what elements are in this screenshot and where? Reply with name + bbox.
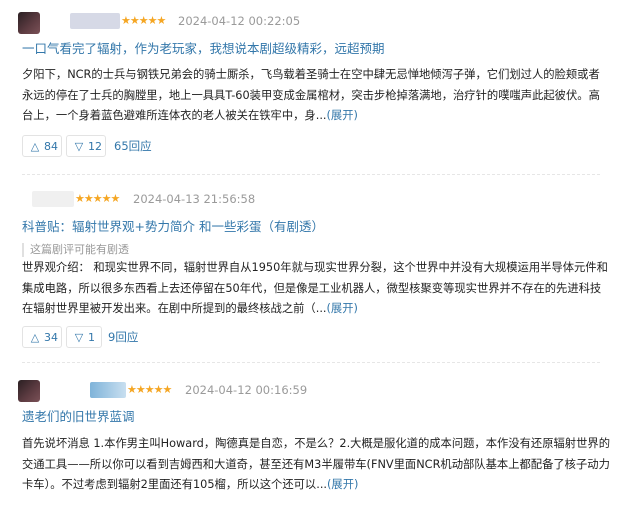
useless-button[interactable]: ▽ 1 [66, 326, 102, 348]
reply-link[interactable]: 65回应 [114, 135, 152, 157]
review-item: ★★★★★ 2024-04-12 00:22:05 一口气看完了辐射，作为老玩家… [0, 0, 640, 165]
review-time: 2024-04-12 00:16:59 [185, 383, 308, 397]
star-rating: ★★★★★ [127, 383, 172, 396]
excerpt-line-text: 在辐射世界里被开发出来。在剧中所提到的最终核战之前（... [22, 302, 327, 315]
thumb-down-icon: ▽ [74, 140, 84, 153]
star-rating: ★★★★★ [121, 14, 166, 27]
excerpt-line: 首先说坏消息 1.本作男主叫Howard，陶德真是自恋，不是么？2.大概是服化道… [22, 437, 610, 450]
excerpt-line: 交通工具——所以你可以看到吉姆西和大道奇，甚至还有M3半履带车(FNV里面NCR… [22, 457, 610, 471]
useful-button[interactable]: △ 34 [22, 326, 62, 348]
username-blurred[interactable] [70, 13, 120, 29]
excerpt-line: 台上，一个身着蓝色避难所连体衣的老人被关在铁牢中，身...(展开) [22, 106, 600, 127]
excerpt-line: 世界观介绍： 和现实世界不同，辐射世界自从1950年就与现实世界分裂，这个世界中… [22, 261, 608, 274]
review-excerpt: 首先说坏消息 1.本作男主叫Howard，陶德真是自恋，不是么？2.大概是服化道… [22, 434, 610, 496]
username-blurred[interactable] [90, 382, 126, 398]
excerpt-line: 卡车）。不过考虑到辐射2里面还有105榴，所以这个还可以...(展开) [22, 475, 600, 496]
useful-count: 34 [44, 331, 58, 344]
review-title[interactable]: 遗老们的旧世界蓝调 [22, 408, 135, 426]
review-time: 2024-04-13 21:56:58 [133, 192, 256, 206]
avatar[interactable] [18, 380, 40, 402]
review-title[interactable]: 一口气看完了辐射，作为老玩家，我想说本剧超级精彩，远超预期 [22, 40, 385, 58]
review-title[interactable]: 科普贴：辐射世界观+势力简介 和一些彩蛋（有剧透） [22, 218, 324, 236]
spoiler-note: 这篇剧评可能有剧透 [22, 243, 129, 257]
excerpt-line-text: 卡车）。不过考虑到辐射2里面还有105榴，所以这个还可以... [22, 478, 328, 491]
review-item: ★★★★★ 2024-04-13 21:56:58 科普贴：辐射世界观+势力简介… [0, 180, 640, 350]
expand-link[interactable]: (展开) [327, 302, 358, 315]
review-item: ★★★★★ 2024-04-12 00:16:59 遗老们的旧世界蓝调 首先说坏… [0, 370, 640, 505]
review-excerpt: 世界观介绍： 和现实世界不同，辐射世界自从1950年就与现实世界分裂，这个世界中… [22, 258, 608, 320]
thumb-up-icon: △ [30, 140, 40, 153]
useful-button[interactable]: △ 84 [22, 135, 62, 157]
excerpt-line: 集成电路，所以很多东西看上去还停留在50年代，但是像是工业机器人，微型核聚变等现… [22, 281, 602, 295]
excerpt-line: 在辐射世界里被开发出来。在剧中所提到的最终核战之前（...(展开) [22, 299, 600, 320]
reply-link[interactable]: 9回应 [108, 326, 138, 348]
useless-button[interactable]: ▽ 12 [66, 135, 106, 157]
excerpt-line: 永远的停在了士兵的胸膛里，地上一具具T-60装甲变成金属棺材，突击步枪掉落满地，… [22, 88, 600, 102]
expand-link[interactable]: (展开) [327, 109, 358, 122]
expand-link[interactable]: (展开) [327, 478, 358, 491]
star-rating: ★★★★★ [75, 192, 120, 205]
review-excerpt: 夕阳下，NCR的士兵与钢铁兄弟会的骑士厮杀，飞鸟载着圣骑士在空中肆无忌惮地倾泻子… [22, 65, 600, 127]
excerpt-line: 夕阳下，NCR的士兵与钢铁兄弟会的骑士厮杀，飞鸟载着圣骑士在空中肆无忌惮地倾泻子… [22, 68, 600, 81]
thumb-up-icon: △ [30, 331, 40, 344]
thumb-down-icon: ▽ [74, 331, 84, 344]
username-blurred[interactable] [32, 191, 74, 207]
review-time: 2024-04-12 00:22:05 [178, 14, 301, 28]
useful-count: 84 [44, 140, 58, 153]
divider [22, 362, 600, 363]
divider [22, 174, 600, 175]
excerpt-line-text: 台上，一个身着蓝色避难所连体衣的老人被关在铁牢中，身... [22, 109, 327, 122]
useless-count: 12 [88, 140, 102, 153]
avatar[interactable] [18, 12, 40, 34]
useless-count: 1 [88, 331, 95, 344]
